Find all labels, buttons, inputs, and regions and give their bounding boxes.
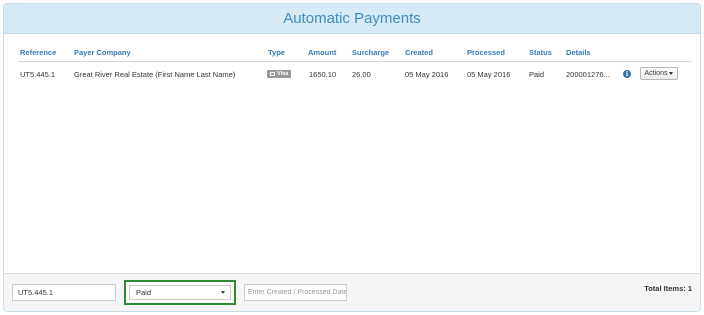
card-type-badge: Visa bbox=[267, 70, 292, 78]
caret-down-icon bbox=[669, 72, 674, 75]
cell-payer-company: Great River Real Estate (First Name Last… bbox=[74, 70, 236, 79]
status-filter-focus-ring: Paid bbox=[124, 280, 236, 305]
date-filter-input[interactable] bbox=[244, 284, 347, 301]
column-header-processed[interactable]: Processed bbox=[467, 48, 505, 57]
actions-label: Actions bbox=[644, 70, 668, 77]
automatic-payments-panel: Automatic Payments Reference Payer Compa… bbox=[3, 3, 701, 312]
actions-dropdown-button[interactable]: Actions bbox=[640, 67, 678, 80]
status-filter-value: Paid bbox=[136, 288, 152, 297]
card-type-label: Visa bbox=[277, 71, 289, 77]
cell-processed: 05 May 2016 bbox=[467, 70, 511, 79]
column-header-amount[interactable]: Amount bbox=[308, 48, 336, 57]
cell-surcharge: 26.00 bbox=[352, 70, 371, 79]
table-row[interactable]: UT5.445.1 Great River Real Estate (First… bbox=[18, 62, 692, 82]
column-header-details[interactable]: Details bbox=[566, 48, 591, 57]
info-icon[interactable]: i bbox=[623, 70, 631, 78]
cell-status: Paid bbox=[529, 70, 545, 79]
status-filter-select[interactable]: Paid bbox=[129, 285, 231, 300]
cell-details: 200001276... bbox=[566, 70, 610, 79]
total-items-count: Total Items: 1 bbox=[644, 284, 692, 293]
column-header-status[interactable]: Status bbox=[529, 48, 552, 57]
column-header-reference[interactable]: Reference bbox=[20, 48, 56, 57]
cell-created: 05 May 2016 bbox=[405, 70, 449, 79]
panel-header: Automatic Payments bbox=[4, 4, 700, 34]
table-header: Reference Payer Company Type Amount Surc… bbox=[18, 42, 692, 62]
cell-amount: 1650.10 bbox=[309, 70, 337, 79]
filter-footer: Paid Total Items: 1 bbox=[4, 273, 700, 311]
column-header-surcharge[interactable]: Surcharge bbox=[352, 48, 389, 57]
column-header-payer-company[interactable]: Payer Company bbox=[74, 48, 131, 57]
reference-filter-input[interactable] bbox=[12, 284, 116, 301]
credit-card-icon bbox=[270, 72, 275, 76]
cell-reference: UT5.445.1 bbox=[20, 70, 56, 79]
dropdown-arrow-icon bbox=[221, 291, 225, 294]
column-header-created[interactable]: Created bbox=[405, 48, 433, 57]
column-header-type[interactable]: Type bbox=[268, 48, 285, 57]
payments-table: Reference Payer Company Type Amount Surc… bbox=[18, 42, 692, 82]
panel-title: Automatic Payments bbox=[283, 10, 421, 27]
